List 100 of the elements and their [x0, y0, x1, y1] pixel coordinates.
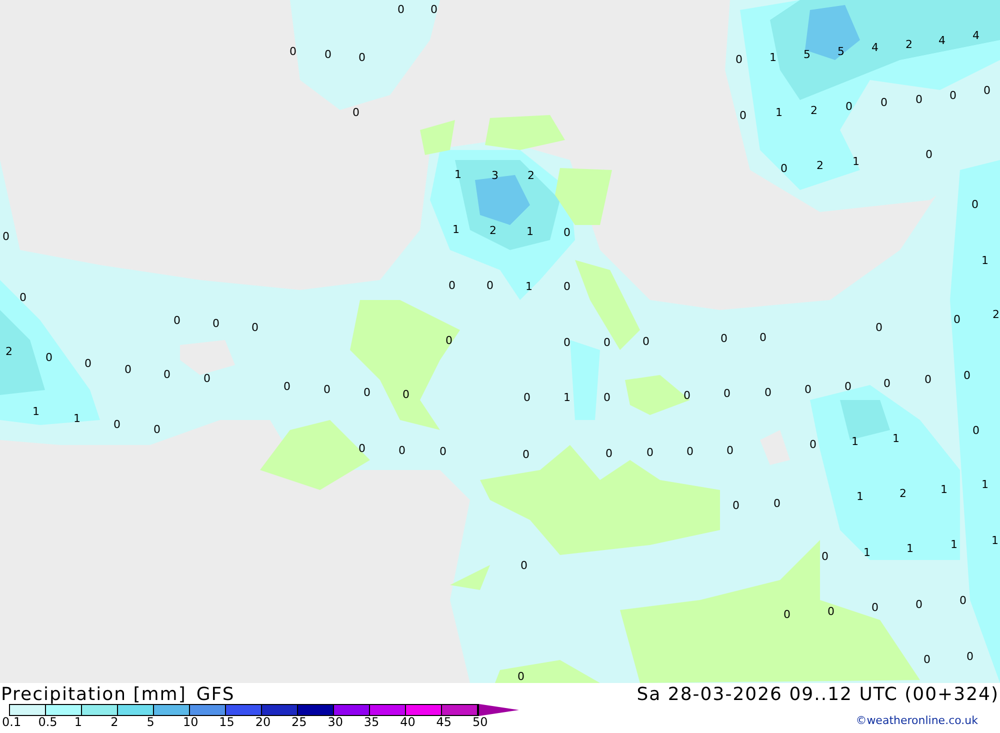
- credit-link[interactable]: ©weatheronline.co.uk: [856, 714, 978, 729]
- precipitation-value: 0: [736, 53, 742, 66]
- precipitation-value: 2: [992, 308, 1000, 321]
- precipitation-value: 1: [852, 155, 860, 168]
- legend-tick-label: 20: [255, 716, 272, 728]
- precipitation-value: 2: [816, 159, 824, 172]
- precipitation-value: 0: [204, 372, 210, 385]
- precipitation-value: 0: [784, 608, 790, 621]
- precipitation-value: 0: [646, 446, 654, 459]
- legend-tick-label: 15: [219, 716, 236, 728]
- precipitation-value: 0: [972, 424, 980, 437]
- precipitation-value: 1: [526, 225, 534, 238]
- legend-tick-label: 5: [146, 716, 156, 728]
- precipitation-value: 1: [32, 405, 40, 418]
- precipitation-value: 0: [950, 89, 956, 102]
- precipitation-value: 0: [604, 391, 610, 404]
- precipitation-value: 0: [732, 499, 740, 512]
- precipitation-value: 0: [844, 380, 852, 393]
- precipitation-value: 0: [20, 291, 26, 304]
- precipitation-value: 0: [916, 93, 922, 106]
- precipitation-value: 4: [938, 34, 946, 47]
- precipitation-value: 0: [290, 45, 296, 58]
- precipitation-value: 0: [822, 550, 828, 563]
- precipitation-value: 0: [486, 279, 494, 292]
- precipitation-value: 2: [528, 169, 534, 182]
- precipitation-value: 0: [740, 109, 746, 122]
- precipitation-value: 0: [358, 442, 366, 455]
- precipitation-value: 2: [490, 224, 496, 237]
- precipitation-value: 1: [454, 168, 462, 181]
- legend-tick-label: 0.1: [2, 716, 22, 728]
- precipitation-value: 3: [492, 169, 498, 182]
- precipitation-value: 0: [448, 279, 456, 292]
- precipitation-value: 0: [440, 445, 446, 458]
- precipitation-value: 0: [926, 148, 932, 161]
- precipitation-value: 0: [964, 369, 970, 382]
- precipitation-value: 0: [564, 336, 570, 349]
- legend-tick-label: 45: [436, 716, 453, 728]
- precipitation-value: 1: [906, 542, 914, 555]
- precipitation-value: 0: [252, 321, 258, 334]
- precipitation-value: 0: [764, 386, 772, 399]
- precipitation-value: 1: [74, 412, 80, 425]
- precipitation-value: 0: [774, 497, 780, 510]
- precipitation-value: 2: [810, 104, 818, 117]
- precipitation-value: 0: [726, 444, 734, 457]
- precipitation-value: 0: [916, 598, 922, 611]
- precipitation-value: 0: [284, 380, 290, 393]
- precipitation-value: 1: [982, 254, 988, 267]
- precipitation-value: 0: [876, 321, 882, 334]
- precipitation-value: 0: [828, 605, 834, 618]
- precipitation-value: 0: [924, 653, 930, 666]
- legend-tick-label: 10: [182, 716, 200, 728]
- precipitation-value: 1: [982, 478, 988, 491]
- precipitation-value: 0: [846, 100, 852, 113]
- precipitation-value: 2: [906, 38, 912, 51]
- precipitation-value: 0: [154, 423, 160, 436]
- precipitation-value: 2: [900, 487, 906, 500]
- precipitation-value: 0: [642, 335, 650, 348]
- precipitation-value: 1: [940, 483, 948, 496]
- precipitation-value: 1: [776, 106, 782, 119]
- precipitation-value: 0: [324, 48, 332, 61]
- precipitation-value: 0: [810, 438, 816, 451]
- legend-tick-label: 0.5: [38, 716, 58, 728]
- precipitation-value: 0: [884, 377, 890, 390]
- precipitation-value: 5: [838, 45, 844, 58]
- precipitation-value: 0: [2, 230, 10, 243]
- legend-tick-label: 2: [110, 716, 120, 728]
- chart-title: Precipitation [mm]: [1, 683, 186, 707]
- precipitation-value: 0: [522, 448, 530, 461]
- precipitation-value: 1: [892, 432, 900, 445]
- precipitation-value: 0: [872, 601, 878, 614]
- precipitation-value: 0: [880, 96, 888, 109]
- precipitation-value: 0: [398, 444, 406, 457]
- legend-tick-label: 35: [364, 716, 380, 728]
- precipitation-value: 0: [954, 313, 960, 326]
- precipitation-value: 1: [770, 51, 776, 64]
- precipitation-value: 0: [564, 280, 570, 293]
- precipitation-value: 0: [352, 106, 360, 119]
- precipitation-value: 0: [606, 447, 612, 460]
- valid-time: Sa 28-03-2026 09..12 UTC (00+324): [636, 683, 999, 707]
- precipitation-value: 0: [720, 332, 728, 345]
- precipitation-value: 0: [324, 383, 330, 396]
- precipitation-value: 0: [972, 198, 978, 211]
- precipitation-value: 0: [686, 445, 694, 458]
- precipitation-value: 0: [780, 162, 788, 175]
- precipitation-value: 0: [430, 3, 438, 16]
- precipitation-value: 4: [872, 41, 878, 54]
- legend-tick-label: 25: [292, 716, 308, 728]
- precipitation-value: 0: [604, 336, 610, 349]
- legend-tick-label: 50: [472, 716, 489, 728]
- precipitation-value: 0: [524, 391, 530, 404]
- precipitation-value: 0: [174, 314, 180, 327]
- legend-tick-label: 30: [328, 716, 344, 728]
- precipitation-value: 0: [164, 368, 170, 381]
- precipitation-value: 0: [364, 386, 370, 399]
- precipitation-value: 0: [684, 389, 690, 402]
- precipitation-value: 0: [398, 3, 404, 16]
- precipitation-value: 0: [984, 84, 990, 97]
- precipitation-value: 0: [520, 559, 528, 572]
- precipitation-value: 0: [564, 226, 570, 239]
- precipitation-value: 0: [84, 357, 92, 370]
